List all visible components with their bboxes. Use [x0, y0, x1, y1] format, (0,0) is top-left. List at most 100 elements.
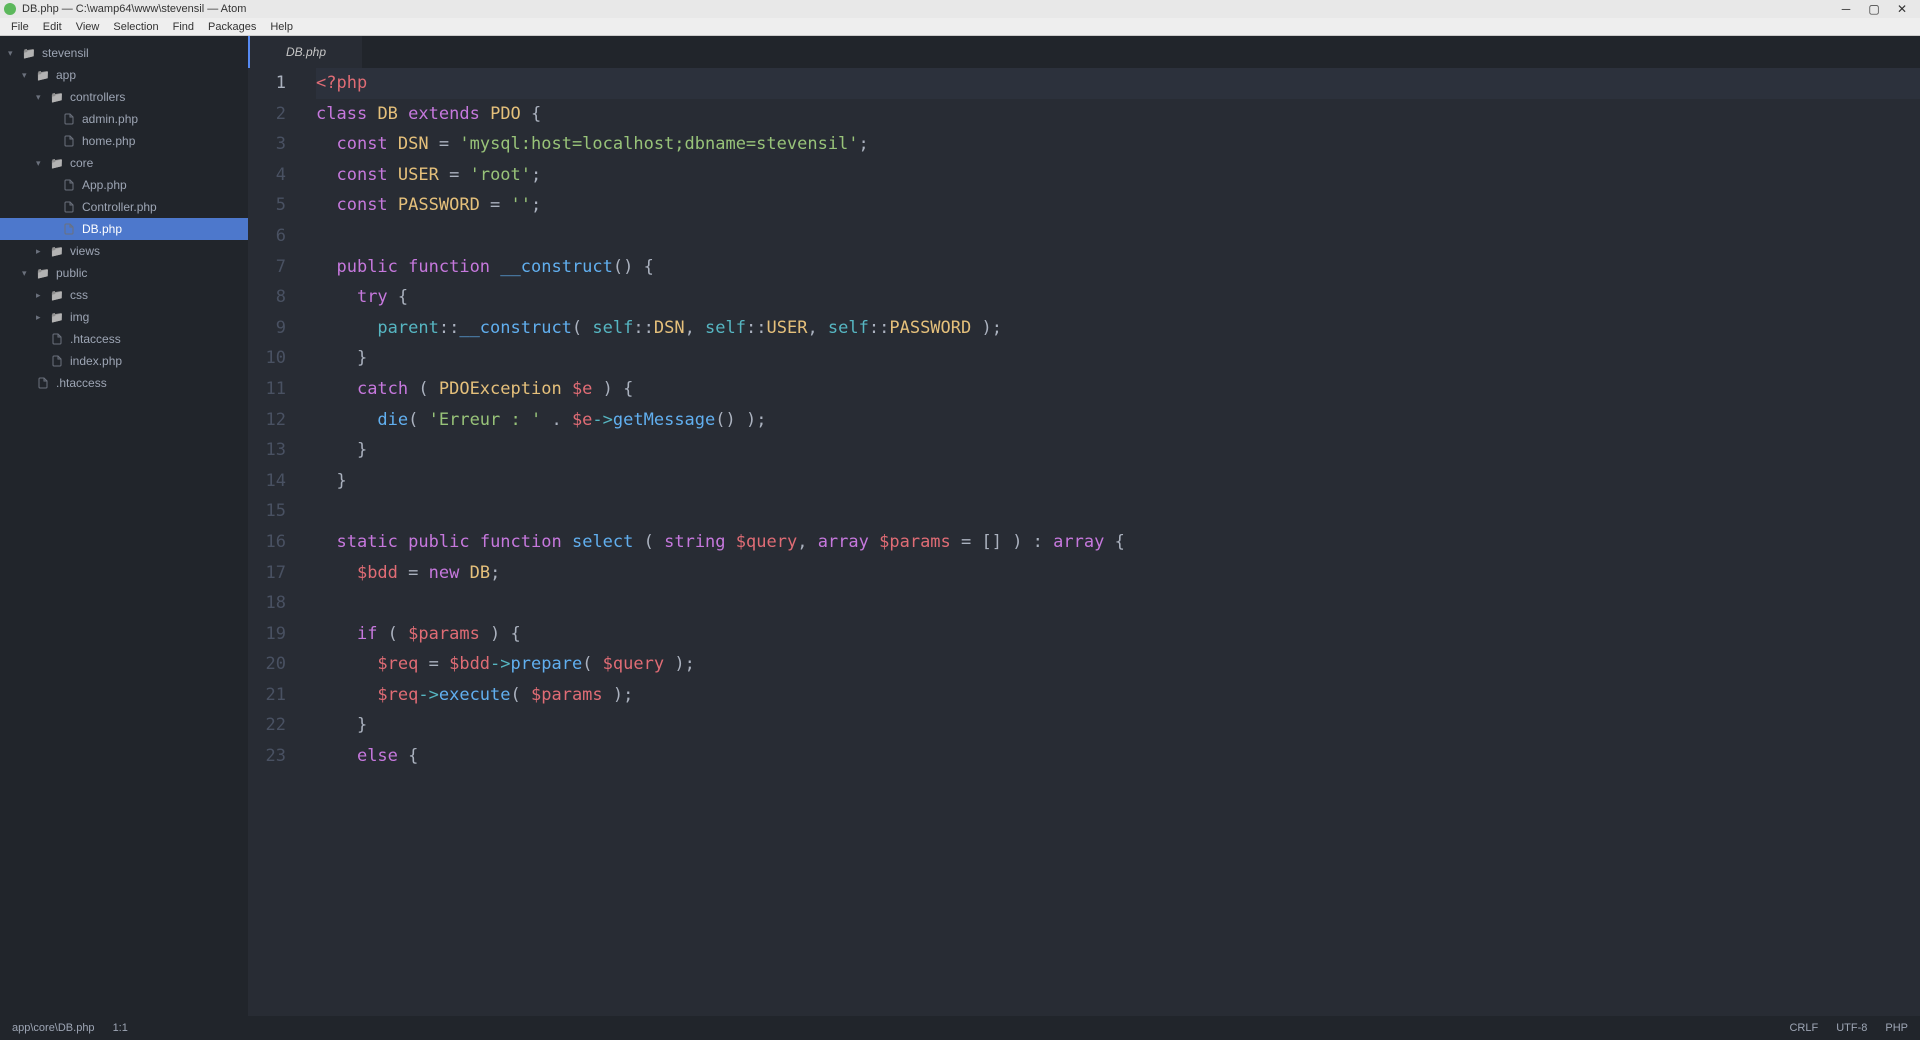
tree-item-Controller-php[interactable]: Controller.php: [0, 196, 248, 218]
tree-toggle-icon[interactable]: ▸: [36, 290, 48, 301]
menu-packages[interactable]: Packages: [201, 21, 263, 33]
code-line[interactable]: }: [316, 435, 1920, 466]
line-number: 4: [248, 160, 286, 191]
code-line[interactable]: try {: [316, 282, 1920, 313]
folder-icon: [50, 156, 64, 170]
tree-toggle-icon[interactable]: ▸: [36, 246, 48, 257]
tree-toggle-icon[interactable]: ▾: [22, 268, 34, 279]
code-line[interactable]: else {: [316, 741, 1920, 772]
tree-item-App-php[interactable]: App.php: [0, 174, 248, 196]
tree-item-index-php[interactable]: index.php: [0, 350, 248, 372]
folder-icon: [50, 288, 64, 302]
tree-item-DB-php[interactable]: DB.php: [0, 218, 248, 240]
line-number: 8: [248, 282, 286, 313]
code-line[interactable]: }: [316, 343, 1920, 374]
tab-db-php[interactable]: DB.php: [248, 36, 362, 68]
menu-find[interactable]: Find: [166, 21, 201, 33]
menu-bar: File Edit View Selection Find Packages H…: [0, 18, 1920, 36]
tree-toggle-icon[interactable]: ▾: [36, 158, 48, 169]
tree-item-label: controllers: [70, 90, 125, 104]
minimize-button[interactable]: ─: [1832, 2, 1860, 16]
tree-item-label: .htaccess: [56, 376, 107, 390]
tree-item-public[interactable]: ▾ public: [0, 262, 248, 284]
folder-icon: [50, 90, 64, 104]
tree-item--htaccess[interactable]: .htaccess: [0, 372, 248, 394]
line-gutter: 1234567891011121314151617181920212223: [248, 68, 298, 1016]
tree-item-css[interactable]: ▸css: [0, 284, 248, 306]
line-number: 10: [248, 343, 286, 374]
tree-item-admin-php[interactable]: admin.php: [0, 108, 248, 130]
tree-toggle-icon[interactable]: ▾: [8, 48, 20, 59]
tree-toggle-icon[interactable]: ▸: [36, 312, 48, 323]
tree-item-label: admin.php: [82, 112, 138, 126]
folder-icon: [22, 46, 36, 60]
code-line[interactable]: [316, 496, 1920, 527]
tree-item-label: core: [70, 156, 93, 170]
code-line[interactable]: class DB extends PDO {: [316, 99, 1920, 130]
tree-toggle-icon[interactable]: ▾: [22, 70, 34, 81]
tree-item-home-php[interactable]: home.php: [0, 130, 248, 152]
code-line[interactable]: <?php: [316, 68, 1920, 99]
code-line[interactable]: const PASSWORD = '';: [316, 190, 1920, 221]
status-filepath[interactable]: app\core\DB.php: [12, 1022, 95, 1034]
line-number: 20: [248, 649, 286, 680]
line-number: 15: [248, 496, 286, 527]
status-language[interactable]: PHP: [1885, 1022, 1908, 1034]
menu-selection[interactable]: Selection: [106, 21, 165, 33]
code-line[interactable]: $bdd = new DB;: [316, 558, 1920, 589]
file-tree[interactable]: ▾ stevensil ▾ app ▾ controllers admin.php home.…: [0, 36, 248, 1016]
code-line[interactable]: $req = $bdd->prepare( $query );: [316, 649, 1920, 680]
line-number: 21: [248, 680, 286, 711]
status-encoding[interactable]: UTF-8: [1836, 1022, 1867, 1034]
code-line[interactable]: const DSN = 'mysql:host=localhost;dbname…: [316, 129, 1920, 160]
code-line[interactable]: [316, 588, 1920, 619]
tree-item-label: stevensil: [42, 46, 89, 60]
code-line[interactable]: [316, 221, 1920, 252]
code-line[interactable]: public function __construct() {: [316, 252, 1920, 283]
tree-toggle-icon[interactable]: ▾: [36, 92, 48, 103]
menu-file[interactable]: File: [4, 21, 36, 33]
tree-item-stevensil[interactable]: ▾ stevensil: [0, 42, 248, 64]
code-line[interactable]: parent::__construct( self::DSN, self::US…: [316, 313, 1920, 344]
code-line[interactable]: die( 'Erreur : ' . $e->getMessage() );: [316, 405, 1920, 436]
tree-item-label: app: [56, 68, 76, 82]
code-line[interactable]: if ( $params ) {: [316, 619, 1920, 650]
line-number: 18: [248, 588, 286, 619]
tree-item--htaccess[interactable]: .htaccess: [0, 328, 248, 350]
tree-item-label: views: [70, 244, 100, 258]
code-line[interactable]: catch ( PDOException $e ) {: [316, 374, 1920, 405]
app-icon: [4, 3, 16, 15]
tree-item-img[interactable]: ▸img: [0, 306, 248, 328]
code-line[interactable]: $req->execute( $params );: [316, 680, 1920, 711]
tree-item-core[interactable]: ▾ core: [0, 152, 248, 174]
code-line[interactable]: }: [316, 710, 1920, 741]
code-editor[interactable]: 1234567891011121314151617181920212223 <?…: [248, 68, 1920, 1016]
menu-view[interactable]: View: [69, 21, 107, 33]
code-area[interactable]: <?phpclass DB extends PDO { const DSN = …: [298, 68, 1920, 1016]
folder-icon: [50, 310, 64, 324]
tree-item-label: public: [56, 266, 87, 280]
close-button[interactable]: ✕: [1888, 2, 1916, 16]
line-number: 2: [248, 99, 286, 130]
menu-edit[interactable]: Edit: [36, 21, 69, 33]
code-line[interactable]: }: [316, 466, 1920, 497]
menu-help[interactable]: Help: [263, 21, 300, 33]
line-number: 6: [248, 221, 286, 252]
tree-item-label: home.php: [82, 134, 135, 148]
status-cursor-pos[interactable]: 1:1: [113, 1022, 128, 1034]
tree-item-app[interactable]: ▾ app: [0, 64, 248, 86]
tab-bar: DB.php: [248, 36, 1920, 68]
tree-item-views[interactable]: ▸ views: [0, 240, 248, 262]
file-icon: [62, 112, 76, 126]
status-eol[interactable]: CRLF: [1789, 1022, 1818, 1034]
code-line[interactable]: const USER = 'root';: [316, 160, 1920, 191]
maximize-button[interactable]: ▢: [1860, 2, 1888, 16]
line-number: 7: [248, 252, 286, 283]
code-line[interactable]: static public function select ( string $…: [316, 527, 1920, 558]
line-number: 1: [248, 68, 286, 99]
tree-item-controllers[interactable]: ▾ controllers: [0, 86, 248, 108]
file-icon: [62, 222, 76, 236]
tree-item-label: DB.php: [82, 222, 122, 236]
main-area: ▾ stevensil ▾ app ▾ controllers admin.php home.…: [0, 36, 1920, 1016]
file-icon: [62, 134, 76, 148]
